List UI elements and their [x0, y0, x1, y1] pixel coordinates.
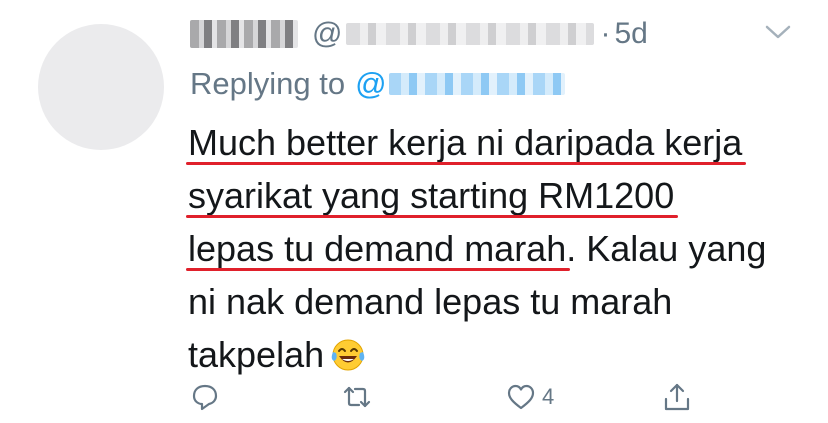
chevron-down-icon[interactable]	[764, 22, 792, 42]
underlined-text: lepas tu demand marah	[185, 222, 571, 275]
heart-icon	[507, 384, 535, 410]
reply-button[interactable]	[190, 380, 220, 414]
replying-to-label: Replying to	[190, 66, 346, 101]
tweet-line: takpelah	[188, 328, 808, 381]
tweet-line: ni nak demand lepas tu marah	[188, 275, 808, 328]
like-count: 4	[542, 384, 555, 409]
action-bar: 4	[188, 380, 708, 414]
plain-text: . Kalau yang	[566, 228, 767, 269]
mention-redacted[interactable]	[388, 73, 565, 95]
user-handle[interactable]: @	[312, 17, 595, 51]
reply-mention[interactable]: @	[355, 66, 386, 102]
tweet-line: syarikat yang starting RM1200	[185, 169, 808, 222]
display-name-redacted[interactable]	[190, 20, 298, 48]
tears-of-joy-emoji-icon	[331, 339, 365, 371]
share-button[interactable]	[662, 380, 692, 414]
tweet-text: Much better kerja ni daripada kerja syar…	[185, 116, 808, 381]
replying-to: Replying to @	[190, 64, 565, 104]
tweet-line: lepas tu demand marah. Kalau yang	[185, 222, 808, 275]
plain-text: takpelah	[188, 334, 325, 375]
handle-prefix: @	[312, 17, 343, 50]
tweet-line: Much better kerja ni daripada kerja	[185, 116, 808, 169]
timestamp[interactable]: 5d	[614, 17, 647, 51]
retweet-icon	[343, 386, 371, 408]
handle-redacted	[346, 23, 595, 45]
like-button[interactable]: 4	[506, 380, 554, 414]
reply-icon	[192, 384, 218, 411]
plain-text: ni nak demand lepas tu marah	[188, 281, 673, 322]
share-icon	[664, 383, 690, 411]
avatar[interactable]	[38, 24, 164, 150]
mention-prefix: @	[355, 66, 387, 101]
tweet-header: @ · 5d	[190, 14, 648, 54]
underlined-text: Much better kerja ni daripada kerja	[185, 116, 747, 169]
retweet-button[interactable]	[342, 380, 372, 414]
underlined-text: syarikat yang starting RM1200	[185, 169, 679, 222]
separator-dot: ·	[600, 17, 611, 50]
